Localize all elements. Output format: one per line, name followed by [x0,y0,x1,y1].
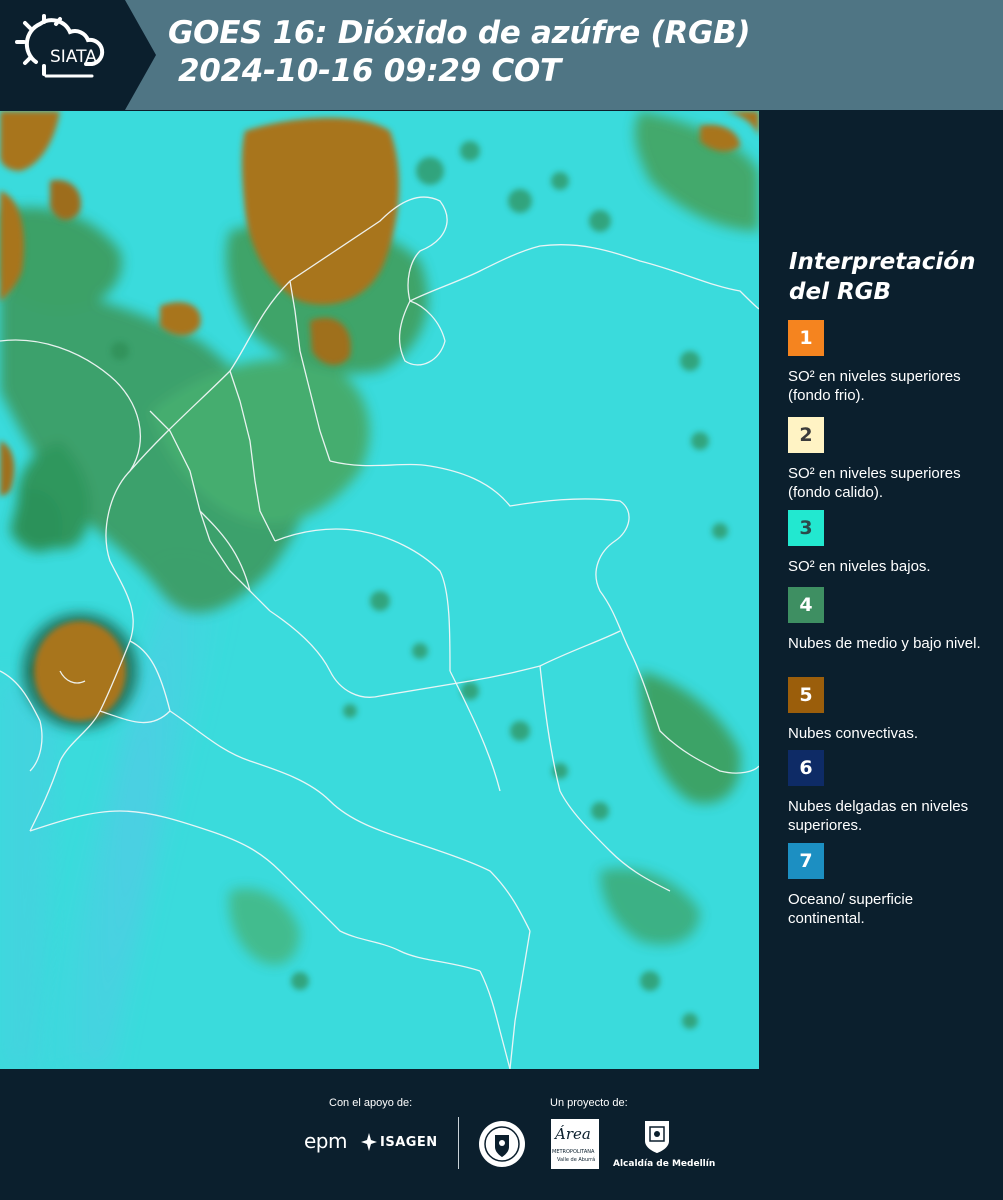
legend-item: 4 Nubes de medio y bajo nivel. [788,587,993,653]
legend-swatch: 6 [788,750,824,786]
area-logo-subtext-2: Valle de Aburrá [557,1157,596,1163]
header-bar: SIATA GOES 16: Dióxido de azúfre (RGB) 2… [0,0,1003,110]
satellite-map [0,111,759,1069]
legend-swatch: 1 [788,320,824,356]
legend-swatch: 3 [788,510,824,546]
medellin-seal-logo [479,1121,525,1167]
area-logo-subtext: METROPOLITANA [552,1149,595,1155]
legend-item: 7 Oceano/ superficie continental. [788,843,993,928]
legend-swatch: 2 [788,417,824,453]
epm-logo: epm [304,1129,347,1153]
legend-item: 2 SO² en niveles superiores (fondo calido… [788,417,993,502]
legend-label: Oceano/ superficie continental. [788,891,914,927]
legend-label: SO² en niveles superiores (fondo frio). [788,368,961,404]
siata-logo-text: SIATA [50,47,97,67]
title-line-1: GOES 16: Dióxido de azúfre (RGB) [168,15,751,51]
legend-item: 3 SO² en niveles bajos. [788,510,993,576]
satellite-image [0,111,759,1069]
legend-label: Nubes convectivas. [788,725,919,742]
alcaldia-logo-text: Alcaldía de Medellín [613,1159,716,1169]
legend-item: 5 Nubes convectivas. [788,677,993,743]
title-line-2-timestamp: 2024-10-16 09:29 COT [178,53,561,89]
legend-title: Interpretación del RGB [789,249,976,305]
footer-bar: Con el apoyo de: Un proyecto de: epm ISA… [0,1069,1003,1200]
legend-item: 6 Nubes delgadas en niveles superiores. [788,750,993,835]
legend-label: Nubes delgadas en niveles superiores. [788,798,969,834]
legend-swatch: 5 [788,677,824,713]
siata-logo: SIATA [0,0,158,110]
isagen-logo: ISAGEN [380,1135,438,1150]
alcaldia-shield-logo [645,1121,669,1153]
legend-label: SO² en niveles bajos. [788,558,931,575]
support-label: Con el apoyo de: [329,1097,413,1109]
page-title: GOES 16: Dióxido de azúfre (RGB) 2024-10… [168,14,751,90]
legend-swatch: 7 [788,843,824,879]
footer-divider [458,1117,459,1169]
legend-label: SO² en niveles superiores (fondo calido)… [788,465,961,501]
legend-swatch: 4 [788,587,824,623]
legend-item: 1 SO² en niveles superiores (fondo frio). [788,320,993,405]
legend-panel: Interpretación del RGB 1 SO² en niveles s… [760,111,1003,1069]
legend-label: Nubes de medio y bajo nivel. [788,635,981,652]
isagen-logo-icon [361,1133,377,1151]
project-label: Un proyecto de: [550,1097,628,1109]
area-metropolitana-logo: Área METROPOLITANA Valle de Aburrá [551,1119,599,1169]
area-logo-text: Área [555,1125,591,1143]
